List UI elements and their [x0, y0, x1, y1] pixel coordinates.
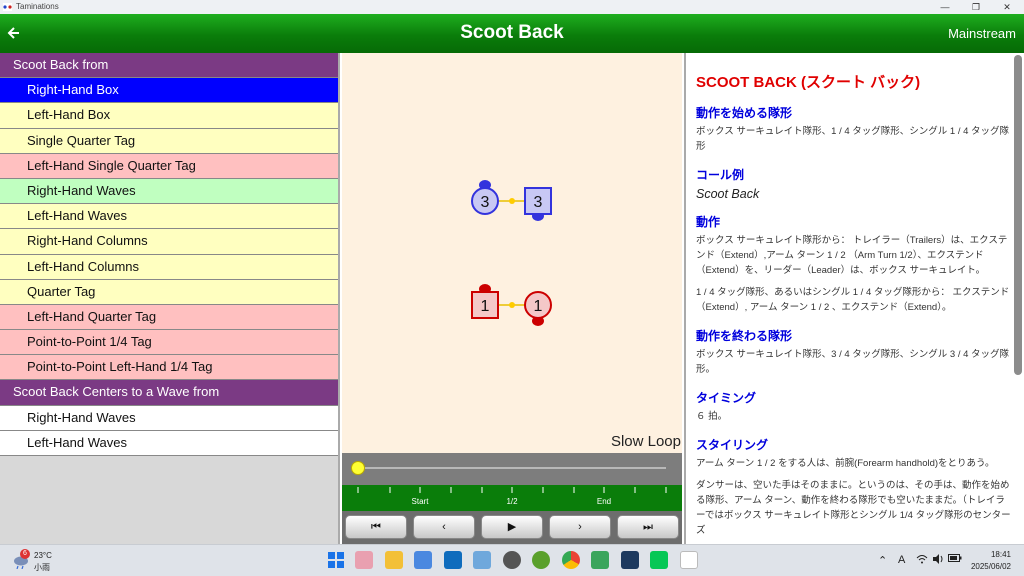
handhold-dot — [509, 302, 515, 308]
taskbar: 6 23°C 小雨 ⌃ A 18:41 2025/06/02 — [0, 544, 1024, 576]
window-title-bar: Taminations — ❐ ✕ — [0, 0, 1024, 14]
section-text: ６ 拍。 — [696, 411, 728, 422]
list-item[interactable]: Left-Hand Quarter Tag — [0, 304, 338, 331]
clock-date: 2025/06/02 — [970, 562, 1011, 571]
volume-icon[interactable] — [932, 554, 944, 564]
section-text: ボックス サーキュレイト隊形、1 / 4 タッグ隊形、シングル 1 / 4 タッ… — [696, 126, 1010, 152]
description-pane[interactable]: SCOOT BACK (スクート バック) 動作を始める隊形 ボックス サーキュ… — [684, 53, 1024, 544]
list-item[interactable]: Single Quarter Tag — [0, 128, 338, 154]
description-content: SCOOT BACK (スクート バック) 動作を始める隊形 ボックス サーキュ… — [696, 71, 1014, 538]
tick-label-start: Start — [411, 497, 429, 506]
description-scrollbar[interactable] — [1014, 55, 1022, 375]
section-text: ボックス サーキュレイト隊形から： トレイラー（Trailers）は、エクステン… — [696, 235, 1008, 276]
dance-floor[interactable]: 3 3 1 1 Slow Loop — [342, 53, 682, 453]
close-button[interactable]: ✕ — [992, 0, 1022, 14]
app-icon[interactable] — [621, 551, 639, 569]
call-example: Scoot Back — [696, 187, 760, 201]
description-title: SCOOT BACK (スクート バック) — [696, 74, 921, 91]
section-text: 1 / 4 タッグ隊形、あるいはシングル 1 / 4 タッグ隊形から： エクステ… — [696, 287, 1010, 313]
list-item[interactable]: Left-Hand Waves — [0, 430, 338, 456]
section-heading: 動作を終わる隊形 — [696, 329, 793, 343]
animation-pane: 3 3 1 1 Slow Loop Start 1/2 End ⏮ ‹ ▶ › … — [342, 53, 682, 544]
list-item[interactable]: Right-Hand Waves — [0, 178, 338, 205]
restore-button[interactable]: ❐ — [961, 0, 991, 14]
dancer-1-circle-number: 1 — [534, 298, 543, 315]
clock[interactable]: 18:41 2025/06/02 — [971, 549, 1011, 573]
app-window: Taminations — ❐ ✕ Scoot Back Mainstream … — [0, 0, 1024, 576]
list-item[interactable]: Left-Hand Box — [0, 103, 338, 129]
dancer-3-circle-number: 3 — [481, 194, 490, 211]
taminations-icon[interactable] — [680, 551, 698, 569]
tick-label-end: End — [596, 497, 612, 506]
file-explorer-icon[interactable] — [385, 551, 403, 569]
play-button[interactable]: ▶ — [481, 515, 543, 539]
animation-slider[interactable] — [342, 453, 682, 485]
weather-condition: 小雨 — [34, 563, 50, 572]
section-heading: 動作 — [696, 215, 721, 229]
list-item[interactable]: Left-Hand Columns — [0, 254, 338, 280]
copilot-icon[interactable] — [355, 551, 373, 569]
section-text: ボックス サーキュレイト隊形、3 / 4 タッグ隊形、シングル 3 / 4 タッ… — [696, 349, 1010, 375]
slider-ticks: Start 1/2 End — [342, 485, 682, 511]
list-item[interactable]: Point-to-Point Left-Hand 1/4 Tag — [0, 355, 338, 381]
settings-gear-icon[interactable] — [503, 551, 521, 569]
section-text: ダンサーは、空いた手はそのままに。というのは、その手は、動作を始める隊形、アーム… — [696, 480, 1011, 536]
section-header: Scoot Back Centers to a Wave from — [0, 380, 338, 406]
go-to-start-button[interactable]: ⏮ — [345, 515, 407, 539]
weather-widget[interactable]: 6 23°C 小雨 — [12, 549, 72, 573]
list-item[interactable]: Right-Hand Columns — [0, 229, 338, 255]
slider-track[interactable] — [358, 467, 666, 469]
chevron-up-icon[interactable]: ⌃ — [878, 554, 887, 567]
app-flag-icon — [3, 3, 12, 11]
notification-badge: 6 — [20, 549, 30, 559]
clock-time: 18:41 — [990, 550, 1011, 559]
app-header: Scoot Back Mainstream — [0, 14, 1024, 53]
ime-indicator[interactable]: A — [898, 554, 905, 566]
list-item[interactable]: Point-to-Point 1/4 Tag — [0, 330, 338, 356]
battery-icon[interactable] — [948, 554, 962, 562]
section-text: アーム ターン 1 / 2 をする人は、前腕(Forearm handhold)… — [696, 458, 995, 469]
list-item[interactable]: Left-Hand Single Quarter Tag — [0, 153, 338, 179]
list-item[interactable]: Right-Hand Box — [0, 78, 338, 104]
outlook-icon[interactable] — [444, 551, 462, 569]
store-icon[interactable] — [414, 551, 432, 569]
section-header: Scoot Back from — [0, 53, 338, 79]
dancer-1-square-number: 1 — [481, 298, 490, 315]
window-title: Taminations — [16, 2, 59, 11]
section-heading: タイミング — [696, 391, 757, 405]
go-to-end-button[interactable]: ⏭ — [617, 515, 679, 539]
formation-list: Scoot Back from Right-Hand Box Left-Hand… — [0, 53, 340, 544]
section-heading: スタイリング — [696, 438, 769, 452]
slider-knob[interactable] — [351, 461, 365, 475]
level-button[interactable]: Mainstream — [948, 26, 1016, 41]
line-icon[interactable] — [650, 551, 668, 569]
start-icon[interactable] — [327, 551, 345, 569]
step-back-button[interactable]: ‹ — [413, 515, 475, 539]
weather-temp: 23°C — [34, 551, 52, 560]
page-title: Scoot Back — [460, 22, 564, 43]
list-item[interactable]: Left-Hand Waves — [0, 204, 338, 230]
chrome-icon[interactable] — [562, 551, 580, 569]
dancer-3-square-number: 3 — [534, 194, 543, 211]
list-item[interactable]: Right-Hand Waves — [0, 405, 338, 431]
section-heading: コール例 — [696, 168, 745, 182]
app-icon[interactable] — [591, 551, 609, 569]
minimize-button[interactable]: — — [930, 0, 960, 14]
slow-loop-label[interactable]: Slow Loop — [611, 433, 681, 450]
step-forward-button[interactable]: › — [549, 515, 611, 539]
playback-controls: ⏮ ‹ ▶ › ⏭ — [342, 511, 682, 544]
tick-label-half: 1/2 — [506, 497, 518, 506]
list-item[interactable]: Quarter Tag — [0, 279, 338, 305]
section-heading: 動作を始める隊形 — [696, 106, 793, 120]
dancers-canvas: 3 3 1 1 — [471, 180, 552, 326]
handhold-dot — [509, 198, 515, 204]
wifi-icon[interactable] — [916, 554, 928, 564]
photos-icon[interactable] — [473, 551, 491, 569]
app-icon[interactable] — [532, 551, 550, 569]
